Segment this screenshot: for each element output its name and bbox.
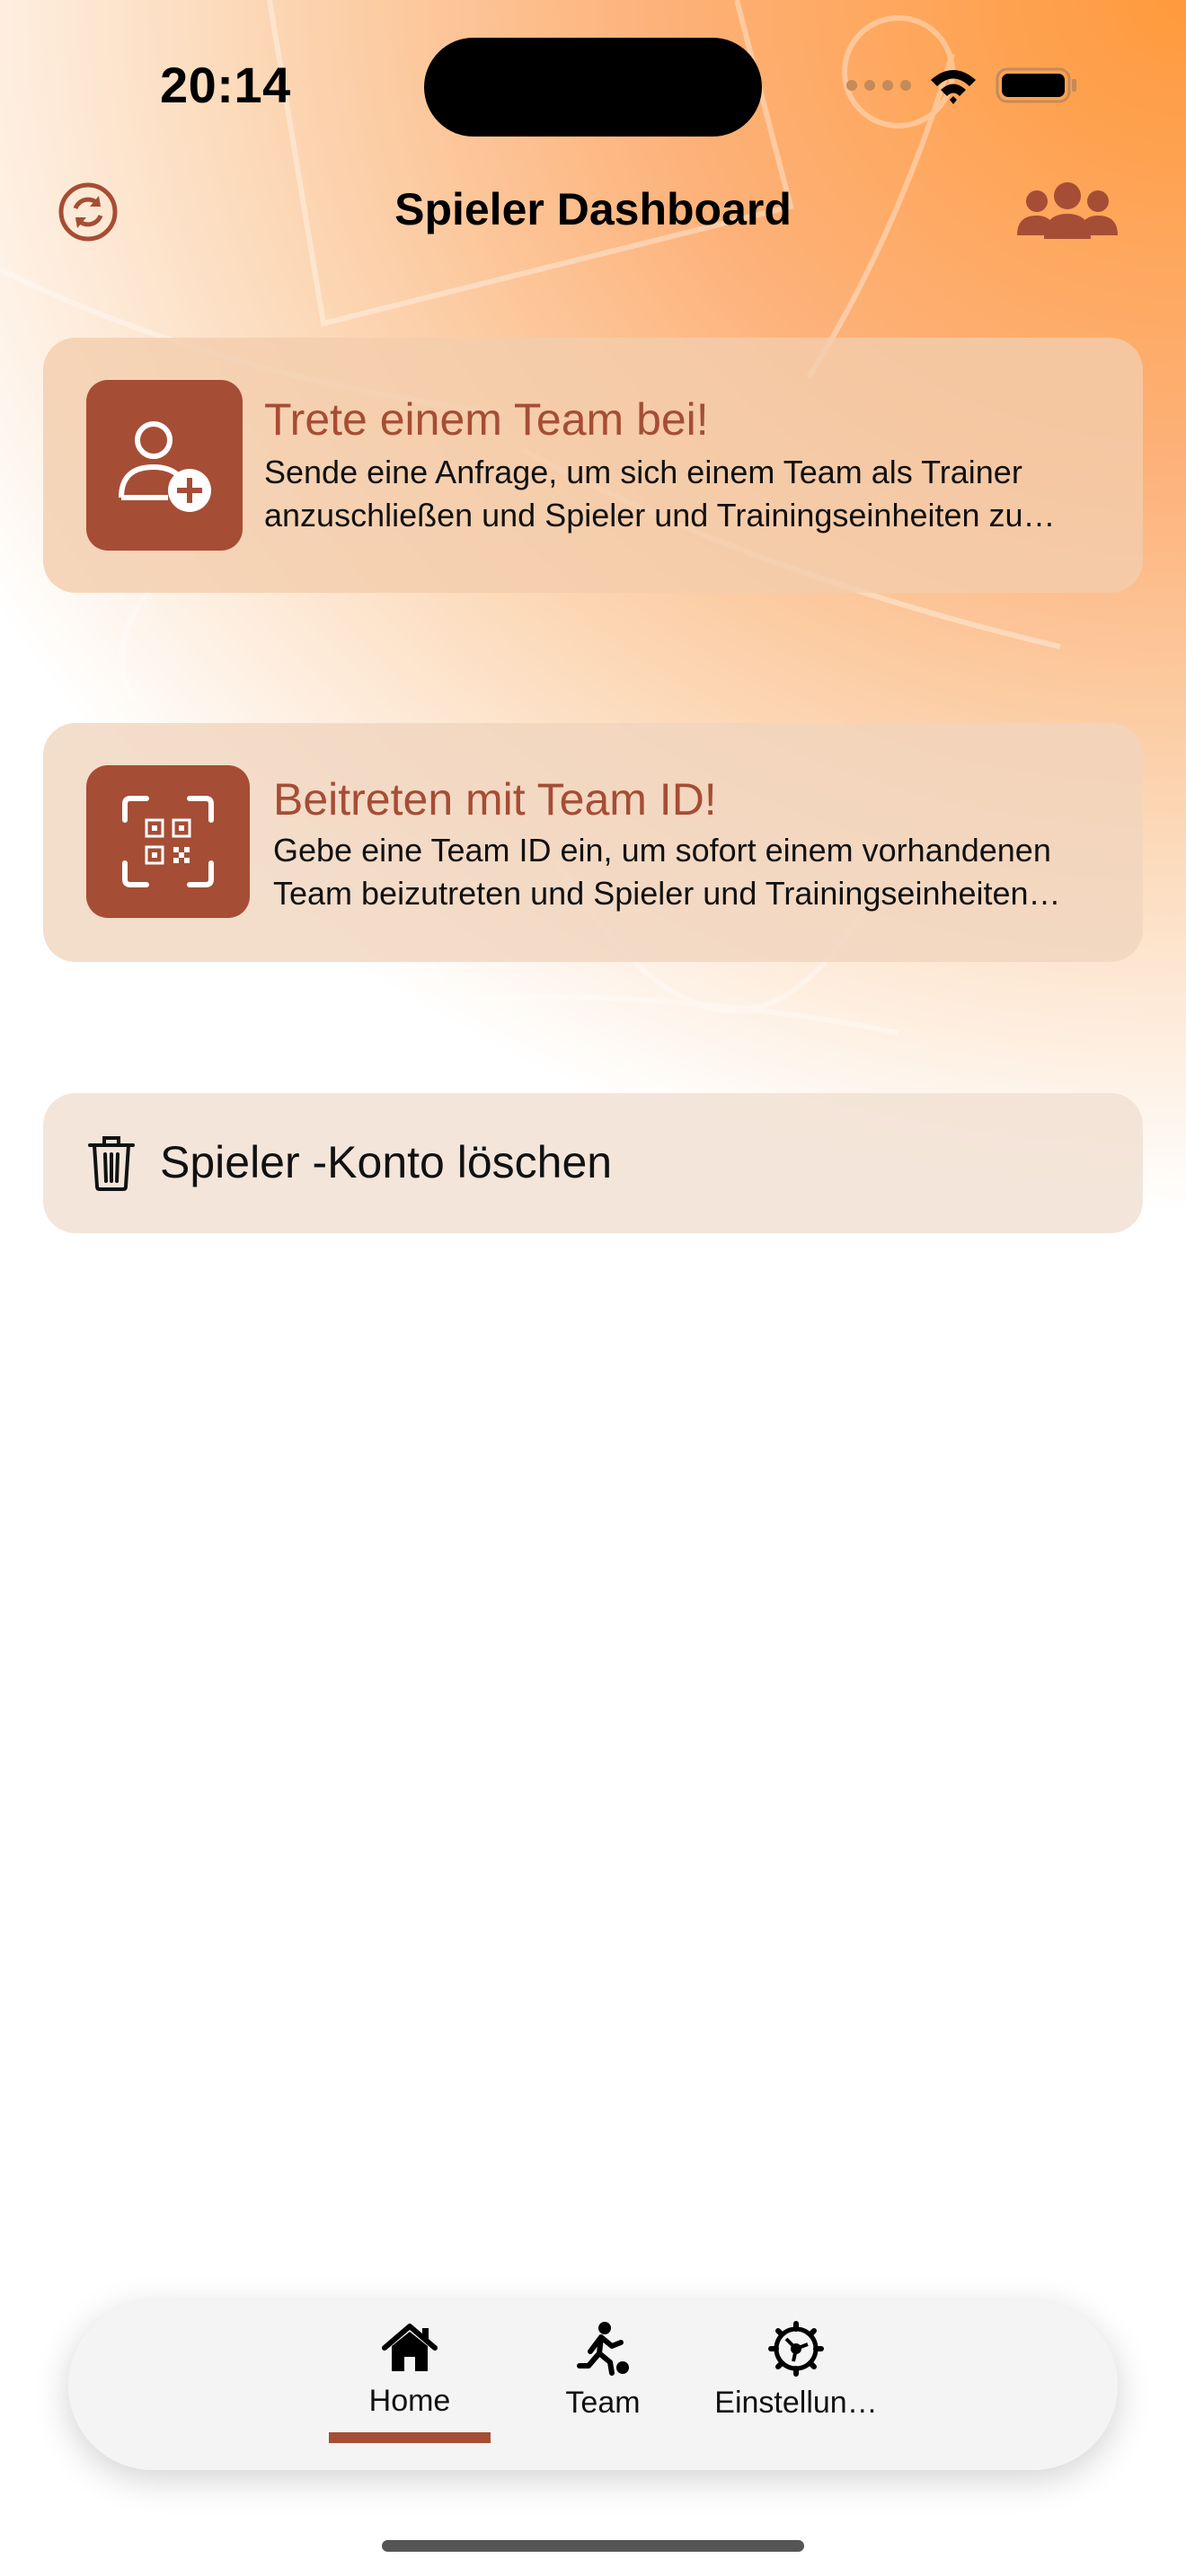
page-title: Spieler Dashboard [394,184,792,234]
trash-icon [88,1136,135,1191]
team-id-icon-tile [86,765,250,918]
people-group-icon [1017,182,1118,239]
tab-settings-label: Einstellun… [714,2386,878,2420]
qr-scan-icon [122,796,214,887]
gear-icon [768,2321,824,2377]
battery-icon [996,67,1076,103]
tab-team[interactable]: Team [544,2321,661,2447]
join-team-description: Sende eine Anfrage, um sich einem Team a… [264,451,1118,537]
signal-dots-icon [846,80,911,91]
add-person-icon [119,421,211,512]
house-icon [382,2324,438,2371]
player-kick-icon [577,2322,629,2376]
join-team-card[interactable]: Trete einem Team bei! Sende eine Anfrage… [43,338,1143,593]
delete-player-account-label: Spieler -Konto löschen [160,1137,613,1187]
tab-home[interactable]: Home [329,2321,491,2447]
dynamic-island [424,38,762,137]
tab-bar: Home Team Einstellun… [68,2301,1118,2470]
delete-player-account-button[interactable]: Spieler -Konto löschen [43,1093,1143,1233]
team-members-button[interactable] [1012,180,1123,243]
home-indicator [382,2540,804,2552]
tab-team-label: Team [565,2386,641,2420]
tab-settings[interactable]: Einstellun… [688,2321,904,2447]
join-team-title: Trete einem Team bei! [264,394,709,445]
join-team-description-line-1: Sende eine Anfrage, um sich einem Team a… [264,454,1022,490]
join-with-team-id-card[interactable]: Beitreten mit Team ID! Gebe eine Team ID… [43,723,1143,962]
team-id-description-line-2: Team beizutreten und Spieler und Trainin… [273,875,1061,912]
join-team-description-line-2: anzuschließen und Spieler und Trainingse… [264,497,1056,534]
status-icons [846,63,1078,108]
selected-tab-indicator [329,2432,491,2443]
tab-home-label: Home [368,2384,451,2418]
team-id-description: Gebe eine Team ID ein, um sofort einem v… [273,829,1127,915]
team-id-title: Beitreten mit Team ID! [273,774,717,825]
team-id-description-line-1: Gebe eine Team ID ein, um sofort einem v… [273,832,1051,869]
wifi-icon [931,70,976,104]
join-team-icon-tile [86,380,243,551]
status-time: 20:14 [160,57,291,113]
